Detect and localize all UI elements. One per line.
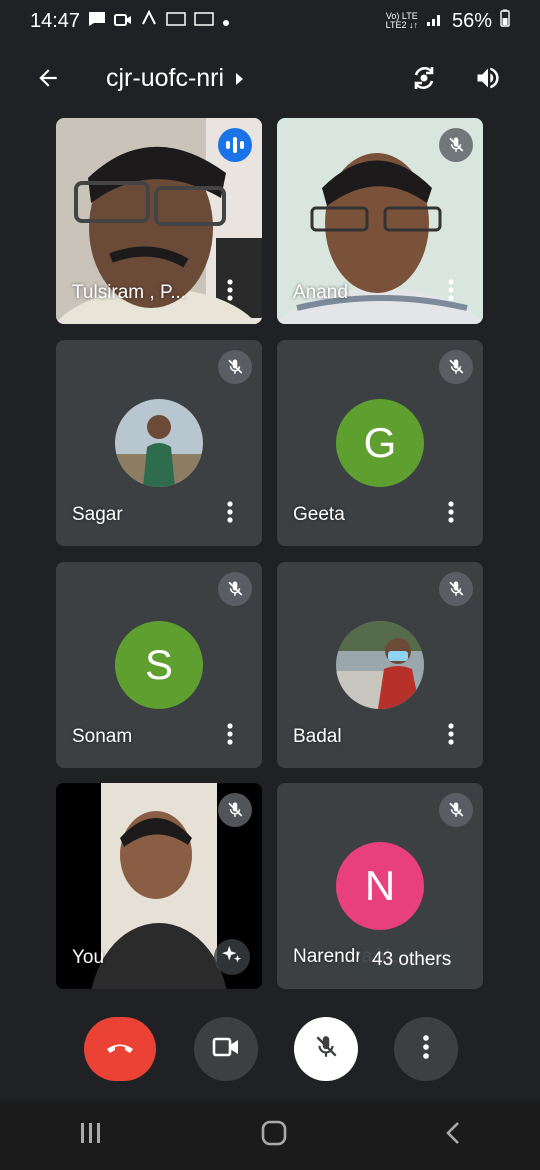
chevron-right-icon [234, 64, 244, 93]
participant-more-button[interactable] [216, 278, 244, 306]
more-vert-icon [227, 722, 233, 750]
clock: 14:47 [30, 9, 81, 32]
back-button[interactable] [26, 58, 70, 102]
home-icon [261, 1120, 287, 1150]
more-vert-icon [227, 278, 233, 306]
more-vert-icon [448, 500, 454, 528]
news-app-icon [166, 10, 186, 33]
participant-name: Geeta [293, 504, 345, 525]
meeting-header: cjr-uofc-nri [0, 50, 540, 110]
video-notification-icon [114, 10, 132, 33]
call-end-icon [105, 1040, 135, 1059]
participant-avatar [115, 399, 203, 487]
network-label-bottom: LTE2 ↓↑ [385, 20, 418, 30]
participant-more-button[interactable] [437, 500, 465, 528]
mic-off-icon [439, 572, 473, 606]
audio-output-button[interactable] [466, 58, 510, 102]
participant-more-button[interactable] [216, 722, 244, 750]
more-vert-icon [448, 722, 454, 750]
participant-name: Badal [293, 726, 342, 747]
end-call-button[interactable] [84, 1017, 156, 1081]
mic-off-icon [439, 793, 473, 827]
recent-apps-icon [79, 1122, 103, 1148]
others-count-label: 43 others [372, 949, 452, 970]
meeting-name: cjr-uofc-nri [106, 64, 225, 92]
participant-tile-badal[interactable]: Badal [277, 562, 483, 768]
camera-toggle-button[interactable] [194, 1017, 258, 1081]
participant-avatar: S [115, 621, 203, 709]
effects-button[interactable] [214, 939, 250, 975]
mic-off-icon [218, 793, 252, 827]
battery-level: 56% [451, 9, 492, 32]
chevron-left-icon [445, 1121, 461, 1149]
mic-off-icon [218, 572, 252, 606]
recent-apps-button[interactable] [79, 1122, 103, 1149]
participant-avatar [336, 621, 424, 709]
participant-name: You [72, 947, 105, 968]
speaking-indicator-icon [218, 128, 252, 162]
mic-off-icon [439, 350, 473, 384]
more-vert-icon [423, 1034, 429, 1064]
mic-off-icon [313, 1034, 339, 1065]
mic-off-icon [218, 350, 252, 384]
participant-tile-sagar[interactable]: Sagar [56, 340, 262, 546]
more-vert-icon [448, 278, 454, 306]
more-options-button[interactable] [394, 1017, 458, 1081]
more-vert-icon [227, 500, 233, 528]
home-button[interactable] [261, 1120, 287, 1151]
others-count-button[interactable]: 43 others [358, 940, 466, 980]
participant-name: Anand [293, 282, 348, 303]
back-nav-button[interactable] [445, 1121, 461, 1150]
status-bar: 14:47 Vo) LTE LTE2 ↓↑ 56% [0, 0, 540, 42]
participant-tile-self[interactable]: You [56, 783, 262, 989]
participant-tile-tulsiram[interactable]: Tulsiram , P... [56, 118, 262, 324]
message-icon [88, 10, 106, 33]
switch-camera-icon [409, 63, 439, 98]
arrow-back-icon [35, 65, 61, 96]
more-notifications-dot-icon [222, 10, 230, 33]
participant-tile-sonam[interactable]: S Sonam [56, 562, 262, 768]
participant-name: Sonam [72, 726, 133, 747]
mic-off-icon [439, 128, 473, 162]
participant-tile-anand[interactable]: Anand [277, 118, 483, 324]
participant-name: Tulsiram , P... [72, 282, 187, 303]
participant-more-button[interactable] [437, 722, 465, 750]
participant-more-button[interactable] [437, 278, 465, 306]
videocam-icon [212, 1036, 240, 1063]
microphone-toggle-button[interactable] [294, 1017, 358, 1081]
participant-name: Sagar [72, 504, 123, 525]
participant-tile-geeta[interactable]: G Geeta [277, 340, 483, 546]
participant-avatar: N [336, 842, 424, 930]
system-navigation-bar [0, 1100, 540, 1170]
news-app-icon-2 [194, 10, 214, 33]
sparkle-effects-icon [221, 944, 243, 971]
battery-icon [500, 9, 510, 33]
speaker-icon [474, 64, 502, 97]
app-notification-icon [140, 9, 158, 33]
switch-camera-button[interactable] [402, 58, 446, 102]
signal-icon [426, 10, 444, 33]
participant-more-button[interactable] [216, 500, 244, 528]
participant-avatar: G [336, 399, 424, 487]
meeting-title[interactable]: cjr-uofc-nri [106, 64, 244, 93]
